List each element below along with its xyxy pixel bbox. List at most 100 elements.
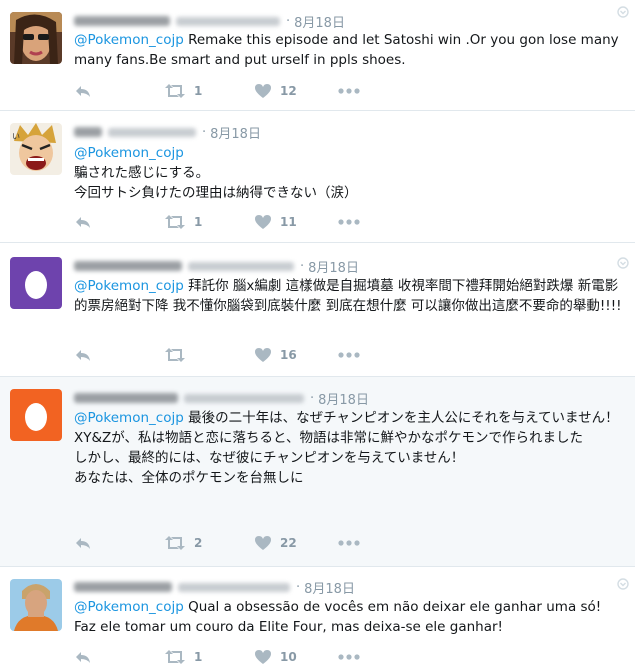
tweet[interactable]: · 8月18日 @Pokemon_cojp Qual a obsessão de… (0, 567, 635, 671)
tweet-date[interactable]: 8月18日 (318, 389, 369, 408)
heart-icon (255, 650, 271, 664)
retweet-icon (165, 84, 185, 98)
like-count: 11 (280, 215, 297, 229)
mention-link[interactable]: @Pokemon_cojp (74, 278, 184, 294)
tweet-text: @Pokemon_cojp 最後の二十年は、なぜチャンピオンを主人公にそれを与え… (74, 410, 619, 486)
retweet-count: 2 (194, 536, 203, 550)
reply-icon (76, 86, 90, 97)
tweet-date[interactable]: 8月18日 (304, 578, 355, 597)
tweet-actions: 1 11 (74, 212, 394, 232)
heart-icon (255, 215, 271, 229)
more-caret-icon[interactable] (617, 578, 629, 590)
like-count: 10 (280, 650, 297, 664)
user-name-blurred[interactable] (74, 261, 182, 271)
tweet-header: · 8月18日 (74, 11, 345, 31)
user-handle-blurred[interactable] (188, 261, 294, 271)
heart-icon (255, 84, 271, 98)
more-button[interactable] (338, 212, 360, 232)
tweet-text: @Pokemon_cojp 騙された感じにする。 今回サトシ負けたの理由は納得で… (74, 145, 358, 201)
more-dots-icon (338, 540, 360, 546)
retweet-icon (165, 215, 185, 229)
more-caret-icon[interactable] (617, 257, 629, 269)
svg-text:い: い (12, 132, 20, 141)
user-handle-blurred[interactable] (178, 582, 290, 592)
tweet-text: @Pokemon_cojp 拜託你 腦x編劇 這樣做是自掘墳墓 收視率間下禮拜開… (74, 278, 622, 314)
retweet-button[interactable]: 1 (164, 647, 202, 667)
user-name-blurred[interactable] (74, 127, 102, 137)
tweet-date[interactable]: 8月18日 (210, 123, 261, 142)
like-button[interactable]: 10 (254, 647, 297, 667)
mention-link[interactable]: @Pokemon_cojp (74, 599, 184, 615)
tweet-actions: 2 22 (74, 533, 394, 553)
avatar[interactable] (10, 257, 62, 309)
tweet-header: · 8月18日 (74, 577, 355, 597)
user-handle-blurred[interactable] (108, 127, 196, 137)
like-count: 16 (280, 348, 297, 362)
tweet-actions: 1 10 (74, 647, 394, 667)
tweet-date[interactable]: 8月18日 (294, 12, 345, 31)
like-count: 22 (280, 536, 297, 550)
avatar[interactable] (10, 579, 62, 631)
heart-icon (255, 536, 271, 550)
reply-button[interactable] (74, 81, 92, 101)
tweet-header: · 8月18日 (74, 122, 261, 142)
retweet-button[interactable]: 1 (164, 81, 202, 101)
reply-button[interactable] (74, 212, 92, 232)
avatar[interactable] (10, 12, 62, 64)
tweet[interactable]: · 8月18日 @Pokemon_cojp 拜託你 腦x編劇 這樣做是自掘墳墓 … (0, 243, 635, 377)
retweet-button[interactable]: 1 (164, 212, 202, 232)
user-name-blurred[interactable] (74, 582, 172, 592)
more-button[interactable] (338, 81, 360, 101)
like-count: 12 (280, 84, 297, 98)
reply-button[interactable] (74, 345, 92, 365)
user-name-blurred[interactable] (74, 16, 170, 26)
retweet-icon (165, 348, 185, 362)
like-button[interactable]: 16 (254, 345, 297, 365)
like-button[interactable]: 22 (254, 533, 297, 553)
retweet-count: 1 (194, 215, 203, 229)
reply-button[interactable] (74, 533, 92, 553)
user-handle-blurred[interactable] (176, 16, 280, 26)
tweet-header: · 8月18日 (74, 388, 369, 408)
like-button[interactable]: 11 (254, 212, 297, 232)
tweet[interactable]: · 8月18日 @Pokemon_cojp Remake this episod… (0, 0, 635, 111)
tweet[interactable]: い · 8月18日 @Pokemon_cojp 騙された感じにする。 今回サトシ… (0, 111, 635, 243)
tweet-header: · 8月18日 (74, 256, 359, 276)
retweet-count: 1 (194, 84, 203, 98)
tweet-actions: 1 12 (74, 81, 394, 101)
more-button[interactable] (338, 533, 360, 553)
retweet-button[interactable]: 2 (164, 533, 202, 553)
reply-icon (76, 538, 90, 549)
more-button[interactable] (338, 647, 360, 667)
tweet-actions: 16 (74, 345, 394, 365)
more-dots-icon (338, 219, 360, 225)
retweet-icon (165, 650, 185, 664)
reply-icon (76, 652, 90, 663)
tweet-text: @Pokemon_cojp Remake this episode and le… (74, 32, 619, 68)
tweet-date[interactable]: 8月18日 (308, 257, 359, 276)
heart-icon (255, 348, 271, 362)
tweet-text: @Pokemon_cojp Qual a obsessão de vocês e… (74, 599, 606, 635)
reply-icon (76, 217, 90, 228)
mention-link[interactable]: @Pokemon_cojp (74, 410, 184, 426)
user-name-blurred[interactable] (74, 393, 178, 403)
avatar[interactable]: い (10, 123, 62, 175)
more-button[interactable] (338, 345, 360, 365)
avatar[interactable] (10, 389, 62, 441)
retweet-icon (165, 536, 185, 550)
retweet-button[interactable] (164, 345, 194, 365)
more-dots-icon (338, 352, 360, 358)
mention-link[interactable]: @Pokemon_cojp (74, 32, 184, 48)
more-dots-icon (338, 654, 360, 660)
user-handle-blurred[interactable] (184, 393, 304, 403)
tweet[interactable]: · 8月18日 @Pokemon_cojp 最後の二十年は、なぜチャンピオンを主… (0, 377, 635, 567)
more-dots-icon (338, 88, 360, 94)
retweet-count: 1 (194, 650, 203, 664)
reply-button[interactable] (74, 647, 92, 667)
mention-link[interactable]: @Pokemon_cojp (74, 145, 184, 161)
default-egg-avatar (10, 389, 62, 441)
default-egg-avatar (10, 257, 62, 309)
reply-icon (76, 350, 90, 361)
like-button[interactable]: 12 (254, 81, 297, 101)
more-caret-icon[interactable] (617, 6, 629, 18)
